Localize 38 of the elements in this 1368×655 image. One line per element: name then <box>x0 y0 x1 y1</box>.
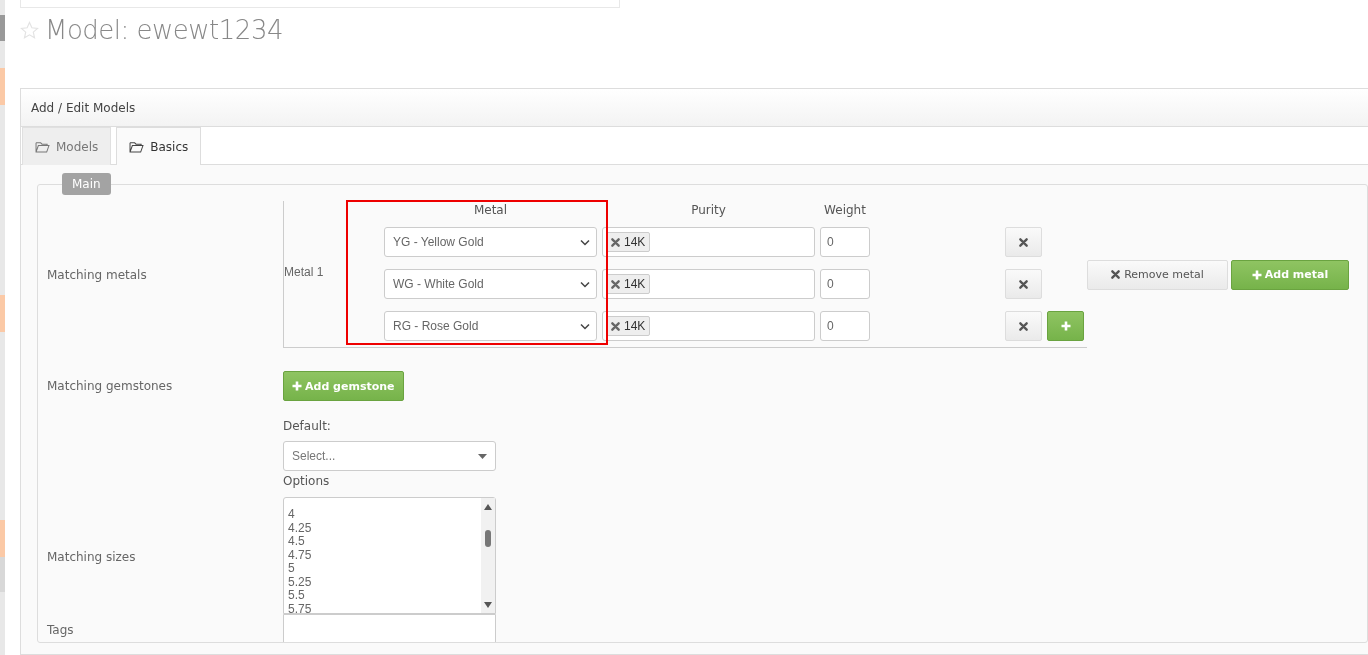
weight-field[interactable]: 0 <box>820 227 870 257</box>
list-option[interactable]: 5.5 <box>288 589 312 603</box>
field-label: Matching metals <box>47 267 148 282</box>
select-field[interactable]: Select... <box>283 441 496 471</box>
tag-input-field[interactable]: 14K <box>602 227 815 257</box>
tag-input-field[interactable]: 14K <box>602 269 815 299</box>
column-header: Metal <box>472 203 509 219</box>
panel-title: Add / Edit Models <box>31 100 136 115</box>
field-label: Matching gemstones <box>47 379 174 393</box>
list-option[interactable]: 4.75 <box>288 548 312 562</box>
list-option[interactable]: 5 <box>288 562 312 576</box>
field-label: Default: <box>283 419 332 433</box>
list-option[interactable]: 4.5 <box>288 535 312 549</box>
column-header: Purity <box>690 203 727 219</box>
select-field[interactable]: WG - White Gold <box>384 269 597 299</box>
tag-chip[interactable]: 14K <box>606 232 651 252</box>
list-option[interactable]: 5.25 <box>288 575 312 589</box>
select-field[interactable]: YG - Yellow Gold <box>384 227 597 257</box>
list-option[interactable]: 5.75 <box>288 602 312 616</box>
field-label: Matching sizes <box>47 550 137 564</box>
tab[interactable]: Models <box>22 127 112 165</box>
list-option[interactable]: 4.25 <box>288 521 312 535</box>
list-option[interactable]: 4 <box>288 508 312 522</box>
field-label: Options <box>283 474 331 488</box>
page-title: Model: ewewt1234 <box>45 15 283 45</box>
options-list[interactable]: 4 4.25 4.5 4.75 5 5.25 5.5 5.75 <box>283 497 496 614</box>
column-header: Weight <box>823 203 867 219</box>
tag-chip[interactable]: 14K <box>606 274 651 294</box>
section-badge: Main <box>62 174 111 195</box>
select-field[interactable]: RG - Rose Gold <box>384 311 597 341</box>
weight-field[interactable]: 0 <box>820 269 870 299</box>
tag-input-field[interactable]: 14K <box>602 311 815 341</box>
tab[interactable]: Basics <box>116 127 202 165</box>
field-label: Tags <box>47 623 75 637</box>
weight-field[interactable]: 0 <box>820 311 870 341</box>
group-label: Metal 1 <box>284 265 325 279</box>
tag-chip[interactable]: 14K <box>606 316 651 336</box>
remove-metal-button[interactable]: Remove metal <box>1087 259 1228 290</box>
